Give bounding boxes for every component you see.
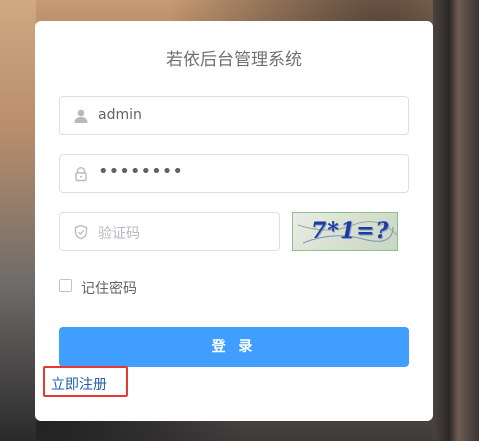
page-title: 若依后台管理系统 [166, 50, 302, 70]
remember-checkbox[interactable] [59, 279, 72, 292]
register-link[interactable]: 立即注册 [51, 374, 107, 394]
captcha-image[interactable]: 7*1=? [292, 212, 398, 251]
shield-check-icon [74, 224, 88, 240]
password-input[interactable]: •••••••• [59, 154, 409, 193]
background-right [433, 0, 479, 441]
background-left [0, 0, 36, 441]
captcha-code-placeholder: 验证码 [98, 226, 140, 242]
captcha-text: 7*1=? [311, 218, 390, 244]
lock-icon [75, 167, 87, 182]
captcha-code-input[interactable]: 验证码 [59, 212, 280, 251]
login-card: 若依后台管理系统 admin •••••••• 验证码 7*1=? 记住密码 登… [35, 21, 433, 421]
user-icon [74, 109, 88, 123]
login-button[interactable]: 登 录 [59, 327, 409, 367]
username-input[interactable]: admin [59, 96, 409, 135]
password-value: •••••••• [98, 161, 183, 182]
remember-label: 记住密码 [81, 281, 137, 297]
username-value: admin [98, 107, 142, 123]
